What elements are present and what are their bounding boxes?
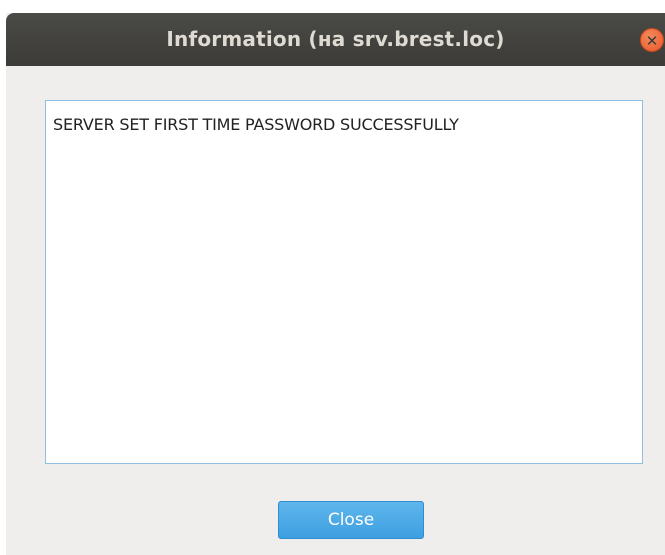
close-button[interactable]: Close — [278, 501, 424, 539]
message-text: SERVER SET FIRST TIME PASSWORD SUCCESSFU… — [53, 115, 459, 134]
title-bar[interactable]: Information (на srv.brest.loc) ✕ — [6, 13, 665, 66]
close-icon[interactable]: ✕ — [640, 28, 664, 52]
window-title: Information (на srv.brest.loc) — [166, 27, 505, 51]
dialog-window: Information (на srv.brest.loc) ✕ SERVER … — [6, 13, 665, 555]
message-text-area[interactable]: SERVER SET FIRST TIME PASSWORD SUCCESSFU… — [45, 100, 643, 464]
